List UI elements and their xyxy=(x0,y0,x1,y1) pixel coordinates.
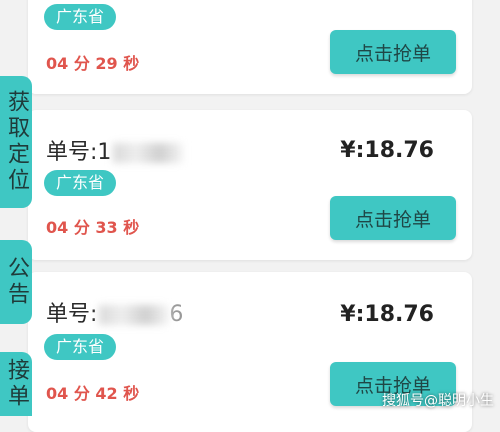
order-card-2: 单号:1 ¥:18.76 广东省 04 分 33 秒 点击抢单 xyxy=(28,110,472,260)
order-card-1: 广东省 04 分 29 秒 点击抢单 xyxy=(28,0,472,94)
grab-order-button[interactable]: 点击抢单 xyxy=(330,196,456,240)
order-price: ¥:18.76 xyxy=(340,302,434,327)
order-number-redacted xyxy=(99,305,170,325)
countdown-timer: 04 分 33 秒 xyxy=(46,218,140,237)
countdown-timer: 04 分 42 秒 xyxy=(46,384,140,403)
countdown-timer: 04 分 29 秒 xyxy=(46,54,140,73)
grab-order-button[interactable]: 点击抢单 xyxy=(330,30,456,74)
side-tab-accept-order[interactable]: 接单 xyxy=(0,352,32,416)
province-tag: 广东省 xyxy=(44,4,117,30)
side-tab-announcement[interactable]: 公告 xyxy=(0,240,32,324)
side-tab-get-location[interactable]: 获取定位 xyxy=(0,76,32,208)
order-price: ¥:18.76 xyxy=(340,138,434,163)
order-number: 单号:1 xyxy=(46,134,184,166)
order-number-label: 单号:1 xyxy=(46,140,112,165)
watermark: 搜狐号@聪明小生 xyxy=(382,393,494,409)
order-number: 单号: 6 xyxy=(46,296,183,328)
order-number-redacted xyxy=(113,143,184,163)
province-tag: 广东省 xyxy=(44,334,117,360)
order-number-suffix: 6 xyxy=(169,302,184,327)
province-tag: 广东省 xyxy=(44,170,117,196)
order-number-label: 单号: xyxy=(46,302,98,327)
